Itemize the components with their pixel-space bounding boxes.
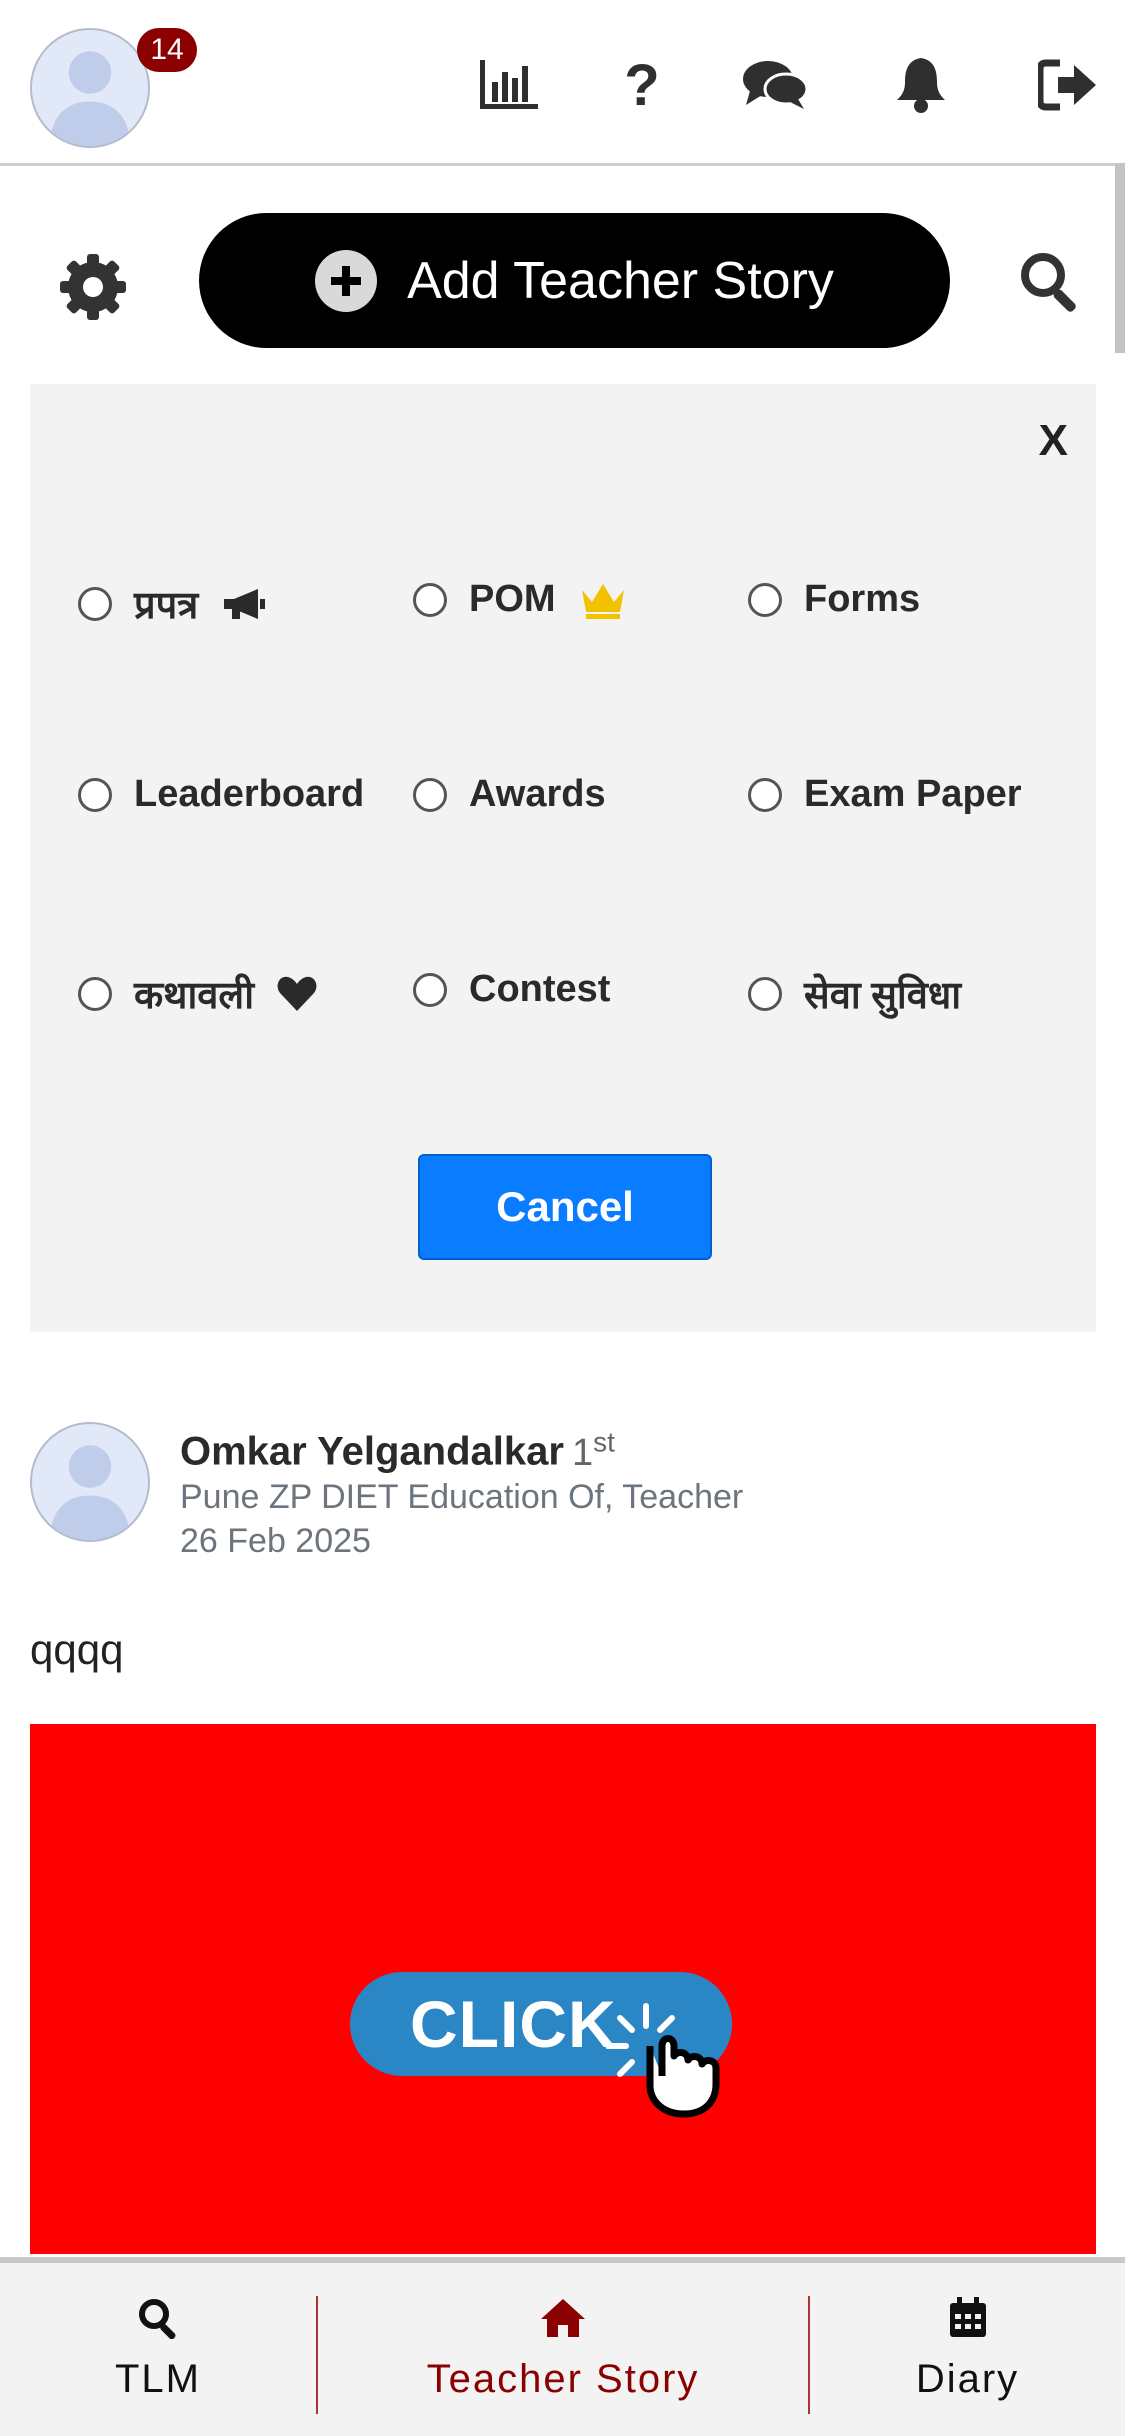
option-label: Contest xyxy=(469,968,611,1010)
post-image[interactable]: CLICK xyxy=(30,1724,1096,2254)
pointer-hand-icon xyxy=(606,2003,720,2118)
plus-circle-icon xyxy=(315,249,378,312)
radio-button[interactable] xyxy=(413,972,447,1007)
close-filter-button[interactable]: X xyxy=(1039,416,1068,466)
radio-button[interactable] xyxy=(78,977,112,1011)
option-label: Forms xyxy=(804,578,921,620)
option-label: प्रपत्र xyxy=(134,585,199,627)
nav-tlm[interactable]: TLM xyxy=(0,2263,316,2436)
radio-button[interactable] xyxy=(748,582,782,617)
filter-option-exam-paper[interactable]: Exam Paper xyxy=(748,773,1022,816)
nav-teacher-story[interactable]: Teacher Story xyxy=(318,2263,808,2436)
radio-button[interactable] xyxy=(78,587,112,621)
author-name-text: Omkar Yelgandalkar xyxy=(180,1429,564,1474)
user-silhouette-icon xyxy=(49,1445,131,1540)
nav-diary-label: Diary xyxy=(915,2357,1020,2401)
connection-degree: 1st xyxy=(571,1426,615,1474)
filter-option-prapatra[interactable]: प्रपत्र xyxy=(78,578,266,630)
logout-icon[interactable] xyxy=(1033,50,1103,120)
filter-panel: X प्रपत्र POM Forms Leaderboard Awards E… xyxy=(30,384,1096,1332)
filter-option-seva-suvidha[interactable]: सेवा सुविधा xyxy=(748,968,961,1020)
add-teacher-story-label: Add Teacher Story xyxy=(407,251,834,310)
nav-teacher-story-label: Teacher Story xyxy=(426,2357,700,2401)
calendar-icon xyxy=(949,2297,986,2337)
post-text: qqqq xyxy=(30,1626,124,1673)
post-author-subtitle: Pune ZP DIET Education Of, Teacher xyxy=(180,1478,744,1516)
radio-button[interactable] xyxy=(78,777,112,812)
filter-option-kathavali[interactable]: कथावली xyxy=(78,968,318,1020)
post-date: 26 Feb 2025 xyxy=(180,1522,371,1560)
bottom-nav: TLM Teacher Story Diary xyxy=(0,2257,1125,2436)
filter-option-awards[interactable]: Awards xyxy=(413,773,606,816)
radio-button[interactable] xyxy=(748,977,782,1011)
filter-option-leaderboard[interactable]: Leaderboard xyxy=(78,773,364,816)
top-bar: 14 ? xyxy=(0,0,1125,166)
nav-tlm-label: TLM xyxy=(115,2357,201,2401)
option-label: सेवा सुविधा xyxy=(804,975,962,1017)
post-author-avatar[interactable] xyxy=(30,1422,150,1542)
chat-icon[interactable] xyxy=(740,50,810,120)
heart-icon xyxy=(276,975,318,1013)
option-label: कथावली xyxy=(134,975,255,1017)
search-icon xyxy=(139,2299,176,2339)
notification-count-badge: 14 xyxy=(137,28,197,72)
profile-avatar[interactable] xyxy=(30,28,150,148)
filter-option-pom[interactable]: POM xyxy=(413,578,628,621)
filter-option-forms[interactable]: Forms xyxy=(748,578,920,621)
user-silhouette-icon xyxy=(49,51,131,146)
settings-gear-icon[interactable] xyxy=(58,252,128,322)
megaphone-icon xyxy=(220,587,266,621)
crown-icon xyxy=(578,580,628,620)
home-icon xyxy=(541,2299,585,2337)
option-label: POM xyxy=(469,578,556,620)
question-icon[interactable]: ? xyxy=(607,50,677,120)
add-teacher-story-button[interactable]: Add Teacher Story xyxy=(199,213,950,348)
option-label: Exam Paper xyxy=(804,773,1022,815)
bar-chart-icon[interactable] xyxy=(475,50,545,120)
post-author-name[interactable]: Omkar Yelgandalkar 1st xyxy=(180,1426,615,1475)
option-label: Awards xyxy=(469,773,606,815)
nav-diary[interactable]: Diary xyxy=(810,2263,1125,2436)
radio-button[interactable] xyxy=(413,777,447,812)
bell-icon[interactable] xyxy=(886,50,956,120)
option-label: Leaderboard xyxy=(134,773,365,815)
cancel-button[interactable]: Cancel xyxy=(418,1154,712,1260)
search-icon[interactable] xyxy=(1018,250,1086,318)
radio-button[interactable] xyxy=(748,777,782,812)
click-text: CLICK xyxy=(410,1987,617,2061)
filter-option-contest[interactable]: Contest xyxy=(413,968,610,1011)
radio-button[interactable] xyxy=(413,582,447,617)
scrollbar[interactable] xyxy=(1115,163,1125,353)
